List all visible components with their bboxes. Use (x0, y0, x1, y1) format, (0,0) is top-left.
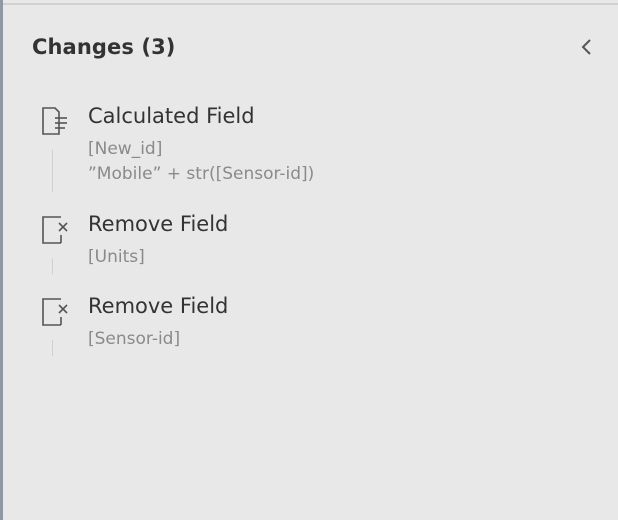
change-detail: [New_id] (88, 139, 163, 159)
timeline-connector (52, 340, 53, 356)
changes-panel: Changes (3) Calculated Field [New_id] ”M… (0, 0, 618, 520)
change-detail: [Sensor-id] (88, 329, 181, 349)
remove-field-icon (39, 295, 71, 327)
change-title: Calculated Field (88, 104, 255, 128)
chevron-left-icon (581, 39, 591, 55)
timeline-connector (52, 258, 53, 274)
collapse-panel-button[interactable] (575, 34, 599, 60)
change-detail: [Units] (88, 247, 145, 267)
panel-title: Changes (3) (32, 35, 176, 59)
change-title: Remove Field (88, 294, 229, 318)
calculated-field-icon (39, 104, 71, 136)
top-divider (3, 3, 618, 5)
remove-field-icon (39, 213, 71, 245)
change-detail: ”Mobile” + str([Sensor-id]) (88, 164, 315, 184)
change-title: Remove Field (88, 212, 229, 236)
timeline-connector (52, 150, 53, 192)
